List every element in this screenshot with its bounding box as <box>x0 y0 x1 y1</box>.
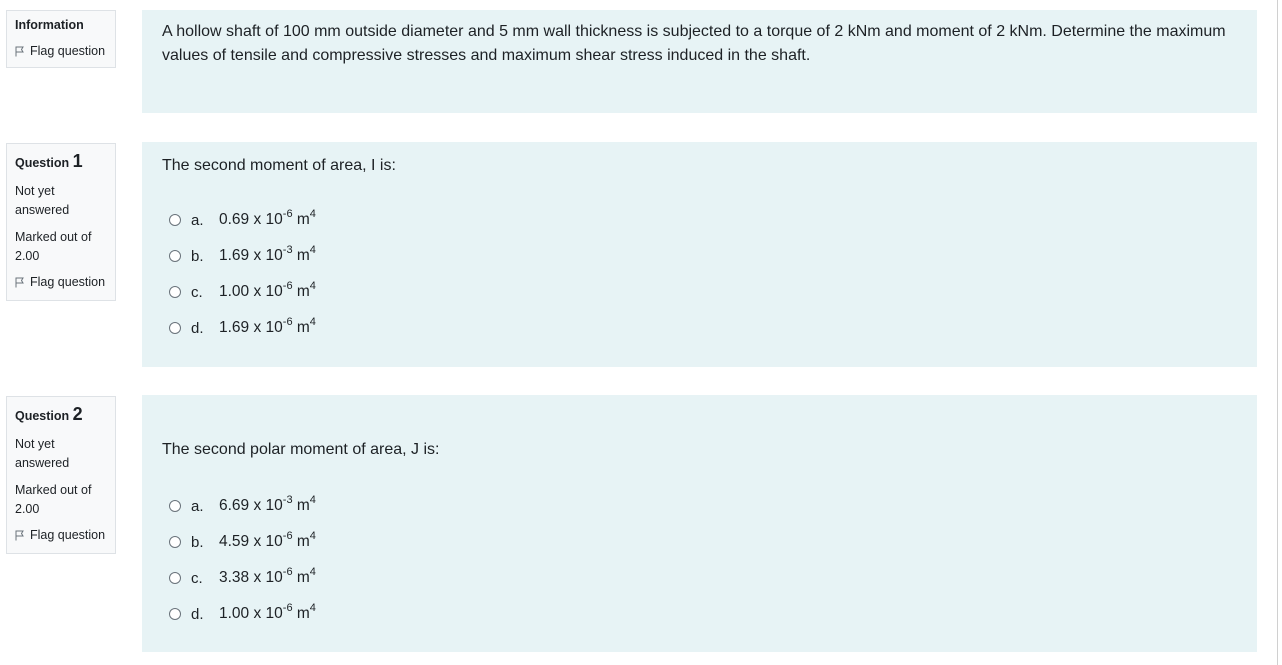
option-text: 4.59 x 10-6 m4 <box>219 530 316 551</box>
radio-button[interactable] <box>169 322 181 334</box>
option-letter: c. <box>191 569 203 587</box>
question-content: The second polar moment of area, J is: a… <box>142 395 1257 652</box>
question-status: Not yet <box>15 437 55 451</box>
option-letter: c. <box>191 283 203 301</box>
question-heading: Question 1 <box>15 150 107 174</box>
option-letter: b. <box>191 533 204 551</box>
option-text: 1.69 x 10-6 m4 <box>219 316 316 337</box>
radio-button[interactable] <box>169 214 181 226</box>
flag-question-button[interactable]: Flag question <box>15 527 107 543</box>
information-info-box: Information Flag question <box>6 10 116 68</box>
option-text: 1.69 x 10-3 m4 <box>219 244 316 265</box>
flag-question-label: Flag question <box>30 528 106 542</box>
answer-option-a[interactable]: a. 6.69 x 10-3 m4 <box>169 488 316 524</box>
information-title: Information <box>15 18 84 32</box>
option-letter: a. <box>191 211 204 229</box>
radio-button[interactable] <box>169 572 181 584</box>
information-content: A hollow shaft of 100 mm outside diamete… <box>142 10 1257 113</box>
question-marks-value: 2.00 <box>15 249 40 263</box>
page-scrollbar[interactable] <box>1277 0 1282 665</box>
radio-button[interactable] <box>169 250 181 262</box>
question-number: 1 <box>72 151 83 171</box>
radio-button[interactable] <box>169 286 181 298</box>
option-text: 3.38 x 10-6 m4 <box>219 566 316 587</box>
flag-question-button[interactable]: Flag question <box>15 43 107 59</box>
question-label: Question <box>15 409 70 423</box>
radio-button[interactable] <box>169 608 181 620</box>
flag-question-label: Flag question <box>30 275 106 289</box>
answer-option-b[interactable]: b. 4.59 x 10-6 m4 <box>169 524 316 560</box>
question-content: The second moment of area, I is: a. 0.69… <box>142 142 1257 367</box>
option-letter: a. <box>191 497 204 515</box>
radio-button[interactable] <box>169 536 181 548</box>
option-letter: d. <box>191 319 204 337</box>
answer-option-d[interactable]: d. 1.00 x 10-6 m4 <box>169 596 316 632</box>
answer-option-b[interactable]: b. 1.69 x 10-3 m4 <box>169 238 316 274</box>
question-status: Not yet <box>15 184 55 198</box>
question-status-2: answered <box>15 203 70 217</box>
question-text: The second polar moment of area, J is: <box>162 441 440 458</box>
flag-icon <box>15 277 24 287</box>
question-text: The second moment of area, I is: <box>162 157 396 174</box>
question-status-2: answered <box>15 456 70 470</box>
question-marks-value: 2.00 <box>15 502 40 516</box>
option-text: 6.69 x 10-3 m4 <box>219 494 316 515</box>
question-label: Question <box>15 156 70 170</box>
option-text: 0.69 x 10-6 m4 <box>219 208 316 229</box>
answer-options: a. 0.69 x 10-6 m4 b. 1.69 x 10-3 m4 c. 1… <box>169 202 316 346</box>
question-info-box: Question 1 Not yet answered Marked out o… <box>6 143 116 301</box>
answer-option-a[interactable]: a. 0.69 x 10-6 m4 <box>169 202 316 238</box>
question-number: 2 <box>72 404 83 424</box>
answer-options: a. 6.69 x 10-3 m4 b. 4.59 x 10-6 m4 c. 3… <box>169 488 316 632</box>
flag-question-button[interactable]: Flag question <box>15 274 107 290</box>
flag-icon <box>15 530 24 540</box>
flag-question-label: Flag question <box>30 44 106 58</box>
option-text: 1.00 x 10-6 m4 <box>219 280 316 301</box>
answer-option-d[interactable]: d. 1.69 x 10-6 m4 <box>169 310 316 346</box>
answer-option-c[interactable]: c. 3.38 x 10-6 m4 <box>169 560 316 596</box>
question-info-box: Question 2 Not yet answered Marked out o… <box>6 396 116 554</box>
option-text: 1.00 x 10-6 m4 <box>219 602 316 623</box>
flag-icon <box>15 46 24 56</box>
option-letter: b. <box>191 247 204 265</box>
radio-button[interactable] <box>169 500 181 512</box>
information-text: A hollow shaft of 100 mm outside diamete… <box>162 23 1226 64</box>
answer-option-c[interactable]: c. 1.00 x 10-6 m4 <box>169 274 316 310</box>
question-marks: Marked out of <box>15 483 92 497</box>
option-letter: d. <box>191 605 204 623</box>
question-heading: Question 2 <box>15 403 107 427</box>
question-marks: Marked out of <box>15 230 92 244</box>
